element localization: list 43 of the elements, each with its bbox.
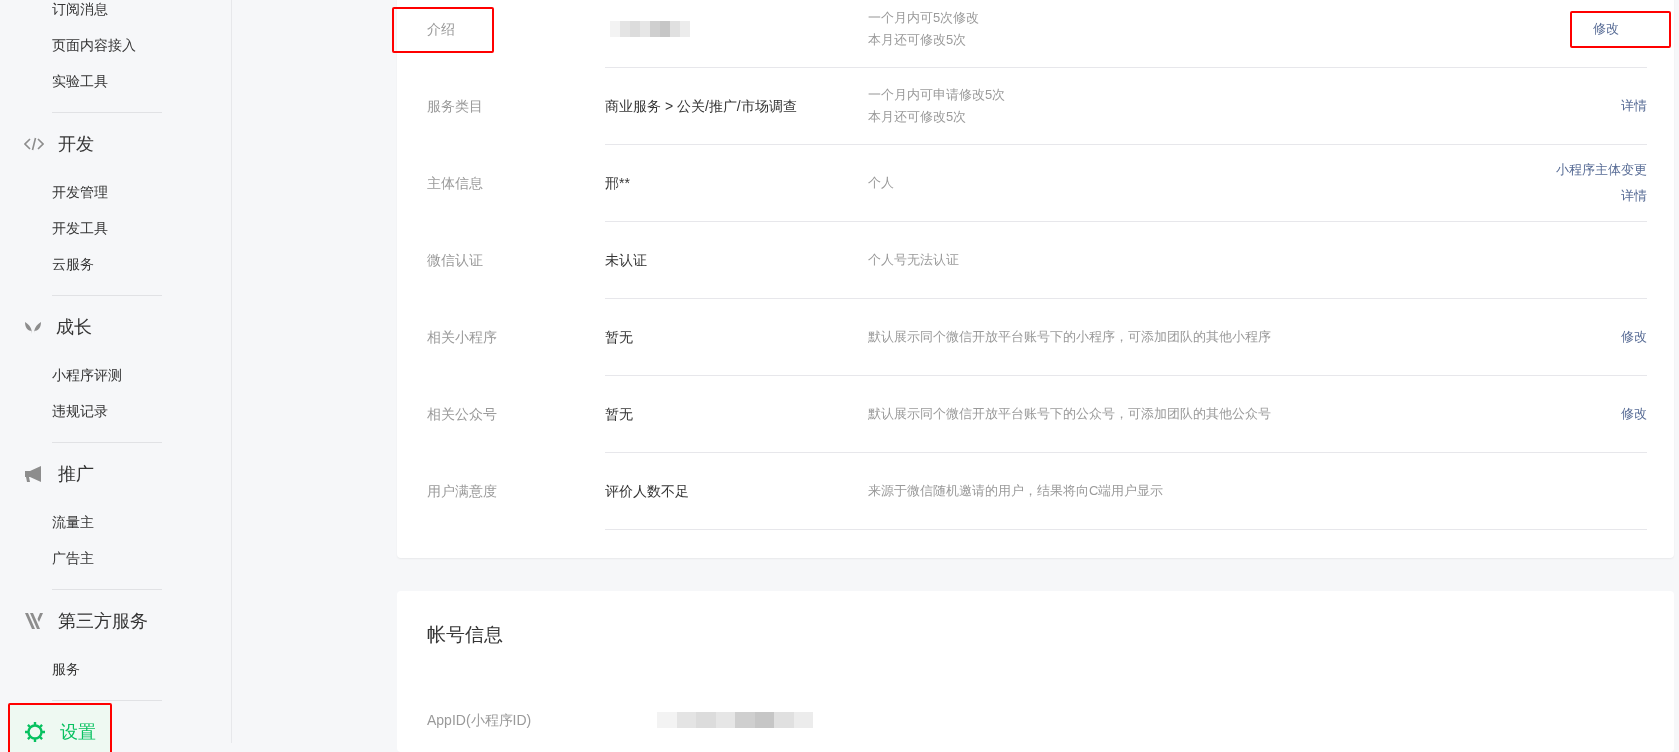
row-label: 相关小程序 bbox=[426, 328, 498, 347]
row-note: 本月还可修改5次 bbox=[868, 108, 967, 126]
row-note: 个人 bbox=[868, 174, 894, 192]
row-link[interactable]: 修改 bbox=[1570, 10, 1671, 48]
row-link[interactable]: 修改 bbox=[1619, 402, 1671, 426]
row-link[interactable]: 小程序主体变更 bbox=[1554, 158, 1671, 182]
row-link[interactable]: 修改 bbox=[1619, 325, 1671, 349]
row-note: 默认展示同个微信开放平台账号下的公众号，可添加团队的其他公众号 bbox=[868, 405, 1271, 423]
row-link[interactable]: 详情 bbox=[1619, 184, 1671, 208]
sidebar-section[interactable]: 推广 bbox=[8, 445, 110, 503]
row-label: 服务类目 bbox=[426, 97, 484, 116]
row-label: AppID(小程序ID) bbox=[427, 710, 533, 730]
row-value: 评价人数不足 bbox=[605, 481, 689, 501]
sidebar-item[interactable]: 广告主 bbox=[52, 540, 94, 576]
row-note: 默认展示同个微信开放平台账号下的小程序，可添加团队的其他小程序 bbox=[868, 328, 1271, 346]
sidebar-item[interactable]: 实验工具 bbox=[52, 63, 108, 99]
sidebar-item[interactable]: 开发管理 bbox=[52, 174, 108, 210]
sidebar-item[interactable]: 订阅消息 bbox=[52, 0, 108, 27]
sidebar-item[interactable]: 小程序评测 bbox=[52, 357, 122, 393]
row-label: 用户满意度 bbox=[426, 482, 498, 501]
section-title: 帐号信息 bbox=[427, 623, 503, 647]
sidebar-section[interactable]: 成长 bbox=[8, 298, 108, 356]
row-value: 暂无 bbox=[605, 404, 633, 424]
row-label: 主体信息 bbox=[426, 174, 484, 193]
sidebar-item[interactable]: 页面内容接入 bbox=[52, 27, 136, 63]
row-link[interactable]: 详情 bbox=[1619, 94, 1671, 118]
row-label: 相关公众号 bbox=[426, 405, 498, 424]
row-value: 邢** bbox=[605, 173, 630, 193]
sidebar-item[interactable]: 云服务 bbox=[52, 246, 94, 282]
sidebar-section[interactable]: 开发 bbox=[8, 115, 110, 173]
sidebar-item[interactable]: 服务 bbox=[52, 651, 80, 687]
sidebar-section[interactable]: 第三方服务 bbox=[8, 592, 164, 650]
row-note: 来源于微信随机邀请的用户，结果将向C端用户显示 bbox=[868, 482, 1164, 500]
row-label: 微信认证 bbox=[426, 251, 484, 270]
row-note: 个人号无法认证 bbox=[868, 251, 959, 269]
row-value: 暂无 bbox=[605, 327, 633, 347]
row-note: 本月还可修改5次 bbox=[868, 31, 967, 49]
sidebar-item[interactable]: 违规记录 bbox=[52, 393, 108, 429]
row-value: 商业服务 > 公关/推广/市场调查 bbox=[605, 96, 797, 116]
row-label: 介绍 bbox=[392, 6, 494, 53]
sidebar-item[interactable]: 开发工具 bbox=[52, 210, 108, 246]
sidebar-item[interactable]: 流量主 bbox=[52, 504, 94, 540]
row-value: 未认证 bbox=[605, 250, 647, 270]
